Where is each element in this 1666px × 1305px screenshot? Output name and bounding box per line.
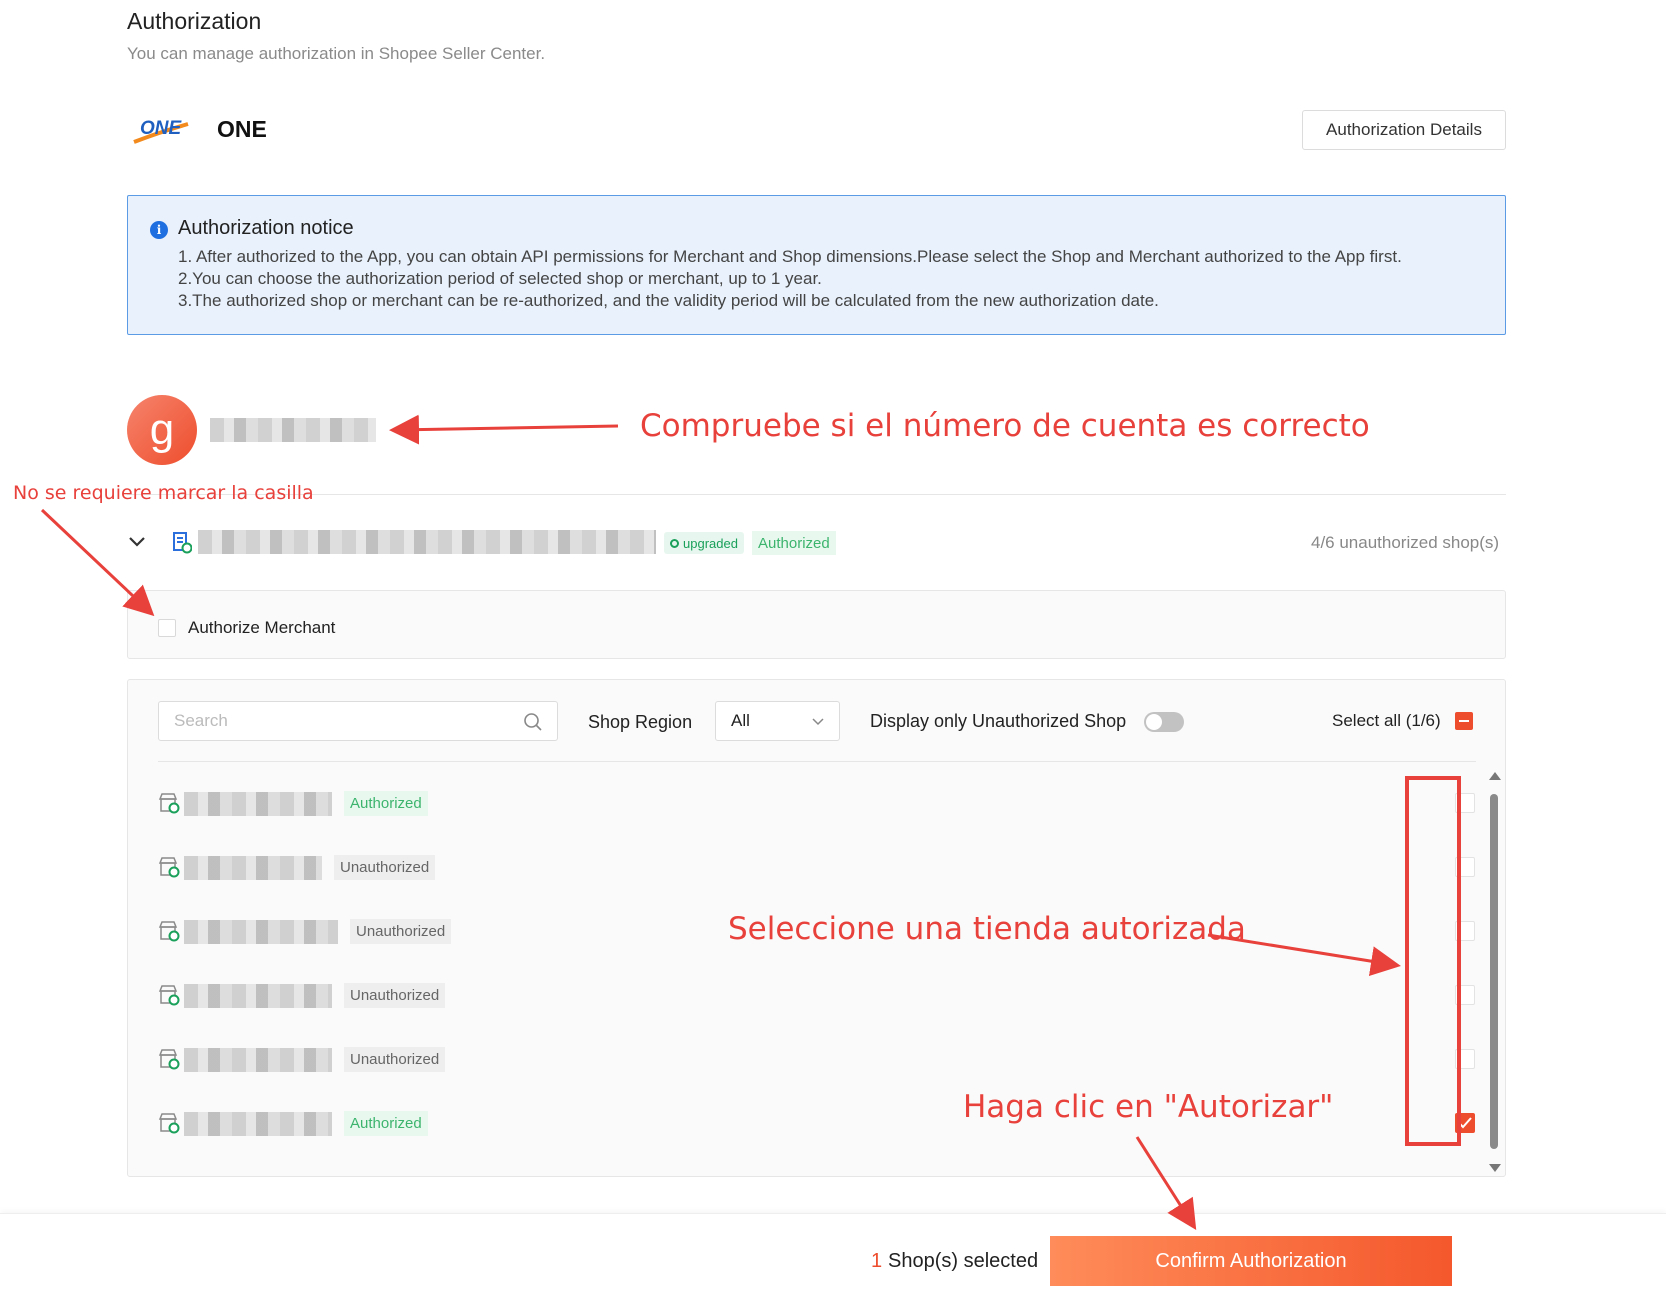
chevron-down-icon[interactable]: [128, 532, 146, 553]
shop-status-badge: Unauthorized: [344, 1047, 446, 1072]
authorize-merchant-checkbox[interactable]: [158, 619, 176, 637]
annotation-select-shop: Seleccione una tienda autorizada: [728, 911, 1246, 947]
scrollbar-thumb[interactable]: [1490, 794, 1498, 1149]
notice-line-2: 2.You can choose the authorization perio…: [178, 269, 822, 288]
shop-icon: [158, 921, 180, 942]
unauthorized-filter-label: Display only Unauthorized Shop: [870, 711, 1127, 731]
confirm-authorization-button[interactable]: Confirm Authorization: [1050, 1236, 1452, 1286]
shop-icon: [158, 793, 180, 814]
account-name-redacted: [210, 418, 376, 442]
upgraded-label: upgraded: [683, 535, 738, 551]
annotation-click-authorize: Haga clic en "Autorizar": [963, 1089, 1334, 1125]
shop-icon: [158, 1049, 180, 1070]
shop-name-redacted: [184, 920, 338, 944]
shop-region-select[interactable]: All: [715, 701, 840, 741]
annotation-no-check: No se requiere marcar la casilla: [13, 482, 314, 504]
shop-status-badge: Authorized: [344, 1111, 428, 1136]
indeterminate-icon: [1459, 720, 1469, 722]
merchant-status-badge: Authorized: [752, 531, 836, 555]
upgraded-icon: [670, 538, 679, 548]
select-all-checkbox[interactable]: [1455, 712, 1473, 730]
shop-name-redacted: [184, 792, 332, 816]
one-logo-icon: ONE: [133, 118, 189, 144]
notice-line-1: 1. After authorized to the App, you can …: [178, 247, 1402, 266]
search-input[interactable]: [159, 702, 499, 740]
footer-bar: 1 Shop(s) selected Confirm Authorization: [0, 1213, 1666, 1305]
shop-region-value: All: [731, 711, 750, 730]
shop-row: Unauthorized: [158, 980, 1475, 1010]
panel-divider: [158, 761, 1476, 762]
shop-region-label: Shop Region: [588, 712, 693, 732]
shop-status-badge: Unauthorized: [334, 855, 436, 880]
authorize-merchant-box: Authorize Merchant: [127, 590, 1506, 659]
shop-row: Unauthorized: [158, 852, 1475, 882]
authorization-details-button[interactable]: Authorization Details: [1302, 110, 1506, 150]
authorization-notice: i Authorization notice 1. After authoriz…: [127, 195, 1506, 335]
arrow-to-account: [389, 414, 619, 445]
merchant-icon: [173, 532, 192, 554]
section-divider: [127, 494, 1506, 495]
search-icon[interactable]: [523, 712, 543, 732]
shop-icon: [158, 857, 180, 878]
select-all-label: Select all (1/6): [1332, 711, 1441, 730]
shop-name-redacted: [184, 1048, 332, 1072]
selected-shop-text: Shop(s) selected: [888, 1250, 1039, 1272]
shop-name-redacted: [184, 984, 332, 1008]
shop-status-badge: Authorized: [344, 791, 428, 816]
search-box: [158, 701, 558, 741]
authorize-merchant-label: Authorize Merchant: [188, 618, 336, 637]
shop-status-badge: Unauthorized: [344, 983, 446, 1008]
shop-row: Authorized: [158, 788, 1475, 818]
notice-title: Authorization notice: [178, 217, 354, 239]
shop-name-redacted: [184, 1112, 332, 1136]
merchant-name-redacted: [198, 530, 656, 554]
annotation-check-account: Compruebe si el número de cuenta es corr…: [640, 408, 1370, 444]
shop-icon: [158, 985, 180, 1006]
shop-list-scrollbar[interactable]: [1487, 772, 1501, 1172]
shop-name-redacted: [184, 856, 322, 880]
shop-row: Unauthorized: [158, 1044, 1475, 1074]
notice-line-3: 3.The authorized shop or merchant can be…: [178, 291, 1159, 310]
shop-icon: [158, 1113, 180, 1134]
svg-text:ONE: ONE: [140, 118, 183, 139]
scroll-up-icon[interactable]: [1489, 772, 1501, 780]
page-title: Authorization: [127, 8, 262, 34]
scroll-down-icon[interactable]: [1489, 1164, 1501, 1172]
account-avatar: g: [127, 395, 197, 465]
upgraded-badge: upgraded: [664, 532, 744, 554]
annotation-highlight-box: [1405, 776, 1461, 1146]
chevron-down-icon: [812, 718, 824, 726]
shop-status-badge: Unauthorized: [350, 919, 452, 944]
app-name: ONE: [217, 116, 267, 142]
unauthorized-shop-count: 4/6 unauthorized shop(s): [1311, 533, 1500, 552]
toggle-knob: [1146, 714, 1162, 730]
info-icon: i: [150, 221, 168, 239]
unauthorized-filter-toggle[interactable]: [1144, 712, 1184, 732]
page-subtitle: You can manage authorization in Shopee S…: [127, 44, 546, 63]
selected-shop-count: 1: [871, 1250, 883, 1272]
